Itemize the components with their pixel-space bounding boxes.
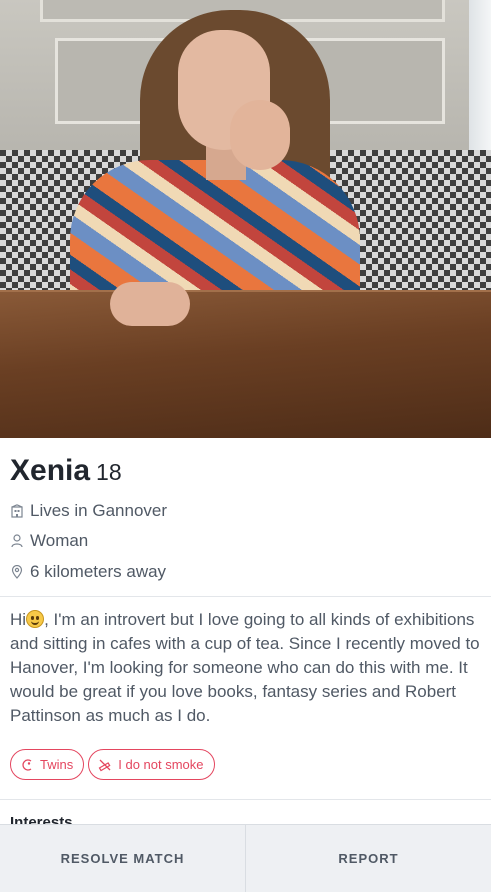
- lifestyle-tags: Twins I do not smoke: [10, 749, 215, 780]
- bio-greeting: Hi: [10, 610, 27, 629]
- person-icon: [11, 534, 23, 548]
- report-button[interactable]: REPORT: [245, 825, 491, 892]
- photo-table: [0, 290, 491, 438]
- tag-zodiac[interactable]: Twins: [10, 749, 85, 780]
- bio-text: Hi, I'm an introvert but I love going to…: [10, 608, 482, 728]
- gender-row: Woman: [10, 531, 88, 551]
- location-pin-icon: [11, 565, 23, 579]
- photo-person-hand: [230, 100, 290, 170]
- tag-label: I do not smoke: [118, 757, 204, 772]
- gender-text: Woman: [30, 531, 89, 550]
- tag-smoking[interactable]: I do not smoke: [88, 749, 215, 780]
- tag-label: Twins: [40, 757, 74, 772]
- zodiac-icon: [22, 758, 32, 771]
- profile-age: 18: [96, 459, 122, 485]
- building-icon: [11, 504, 23, 518]
- photo-person-hand: [110, 282, 190, 326]
- lives-in-text: Lives in Gannover: [30, 501, 168, 520]
- distance-row: 6 kilometers away: [10, 562, 166, 582]
- resolve-match-button[interactable]: RESOLVE MATCH: [0, 825, 245, 892]
- upside-down-smile-icon: [26, 610, 45, 628]
- name-row: Xenia 18: [10, 454, 122, 488]
- section-divider: [0, 799, 491, 800]
- action-footer: RESOLVE MATCH REPORT: [0, 824, 491, 892]
- distance-text: 6 kilometers away: [30, 562, 167, 581]
- lives-in-row: Lives in Gannover: [10, 501, 167, 521]
- profile-name: Xenia: [10, 454, 91, 487]
- no-smoking-icon: [98, 759, 111, 771]
- interests-heading: Interests: [10, 814, 73, 824]
- profile-photo[interactable]: [0, 0, 491, 438]
- section-divider: [0, 596, 491, 597]
- bio-body: , I'm an introvert but I love going to a…: [10, 610, 480, 725]
